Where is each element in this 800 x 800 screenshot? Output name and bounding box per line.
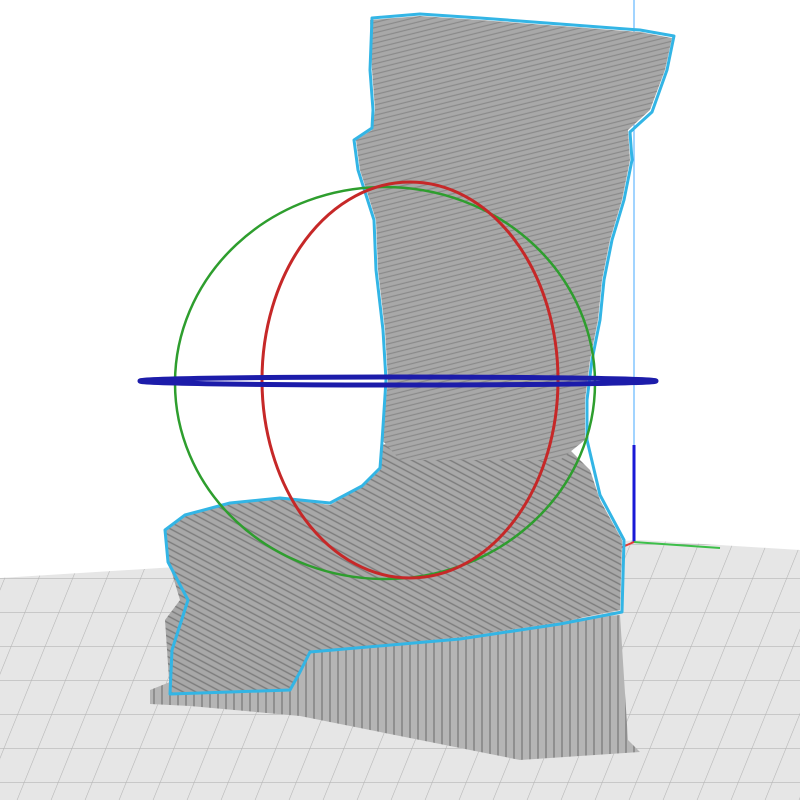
scene <box>0 0 800 800</box>
3d-viewport[interactable] <box>0 0 800 800</box>
